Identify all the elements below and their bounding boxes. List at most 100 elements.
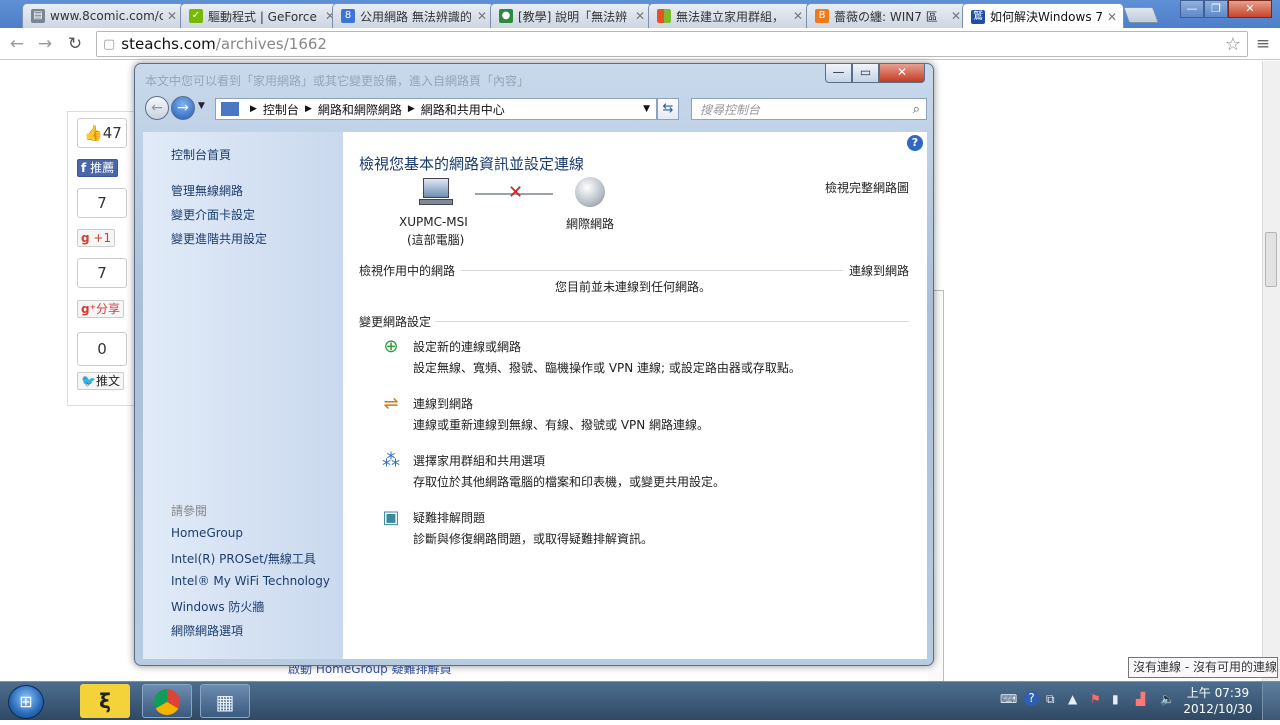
tray-window-icon[interactable]: ⧉ <box>1046 692 1055 707</box>
share-count-b: 7 <box>77 258 127 288</box>
show-desktop-button[interactable] <box>1262 682 1280 720</box>
change-settings-heading: 變更網路設定 <box>359 315 432 329</box>
see-also-firewall[interactable]: Windows 防火牆 <box>171 598 264 615</box>
view-full-map-link[interactable]: 檢視完整網路圖 <box>825 179 909 196</box>
back-icon[interactable]: ← <box>6 33 28 55</box>
site-icon-blue: 鷲 <box>971 9 985 24</box>
start-button[interactable]: ⊞ <box>8 685 44 719</box>
close-icon[interactable]: ✕ <box>635 9 645 23</box>
new-tab-button[interactable] <box>1123 7 1159 23</box>
site-icon: ● <box>499 9 513 23</box>
scrollbar-thumb[interactable] <box>1265 232 1277 287</box>
taskbar-clock[interactable]: 上午 07:39 2012/10/30 <box>1180 685 1256 717</box>
task-homegroup-link[interactable]: 選擇家用群組和共用選項 <box>413 452 545 469</box>
sidebar-item-adapter-settings[interactable]: 變更介面卡設定 <box>171 206 255 223</box>
keyboard-icon[interactable]: ⌨ <box>1000 692 1017 706</box>
breadcrumb-arrow-icon: ▶ <box>407 104 415 114</box>
browser-tab-3[interactable]: 8 公用網路 無法辨識的 ✕ <box>332 3 494 28</box>
facebook-icon: f <box>81 161 87 175</box>
new-connection-icon: ⊕ <box>383 336 399 357</box>
sidebar-item-advanced-sharing[interactable]: 變更進階共用設定 <box>171 230 267 247</box>
breadcrumb-item[interactable]: 控制台 <box>263 101 299 118</box>
nvidia-icon: ✓ <box>189 9 203 23</box>
breadcrumb-item[interactable]: 網路和網際網路 <box>318 101 402 118</box>
close-icon[interactable]: ✕ <box>793 9 803 23</box>
close-icon[interactable]: ✕ <box>951 9 961 23</box>
bookmark-star-icon[interactable]: ☆ <box>1225 34 1241 55</box>
cp-forward-icon[interactable]: → <box>171 96 195 120</box>
browser-tab-2[interactable]: ✓ 驅動程式 | GeForce ✕ <box>180 3 342 28</box>
forward-icon[interactable]: → <box>34 33 56 55</box>
thumbs-up-icon: 👍 <box>84 124 103 142</box>
browser-tab-strip: ▤ www.8comic.com/c ✕ ✓ 驅動程式 | GeForce ✕ … <box>0 0 1280 29</box>
address-dropdown-icon[interactable]: ▼ <box>643 104 650 114</box>
help-icon[interactable]: ? <box>907 135 923 151</box>
search-icon[interactable]: ⌕ <box>913 102 920 117</box>
menu-icon[interactable]: ≡ <box>1252 33 1274 55</box>
close-icon[interactable]: ✕ <box>167 9 177 23</box>
action-center-flag-icon[interactable]: ⚑ <box>1090 692 1101 706</box>
see-also-internet-options[interactable]: 網際網路選項 <box>171 622 243 639</box>
cp-refresh-button[interactable]: ⇆ <box>657 98 679 120</box>
breadcrumb-arrow-icon: ▶ <box>250 104 257 114</box>
cp-back-icon[interactable]: ← <box>145 96 169 120</box>
cp-navigation-row: ← → ▼ ▶ 控制台 ▶ 網路和網際網路 ▶ 網路和共用中心 ▼ ⇆ 搜尋控制… <box>143 96 927 124</box>
connect-to-network-link[interactable]: 連線到網路 <box>849 262 909 279</box>
task-new-connection-desc: 設定無線、寬頻、撥號、臨機操作或 VPN 連線; 或設定路由器或存取點。 <box>413 361 801 375</box>
control-panel-taskbar-icon[interactable]: ▦ <box>200 684 250 718</box>
cp-search-input[interactable]: 搜尋控制台 ⌕ <box>691 98 927 120</box>
reload-icon[interactable]: ↻ <box>64 33 86 55</box>
volume-icon[interactable]: 🔈 <box>1160 692 1175 706</box>
show-hidden-icons[interactable]: ▲ <box>1068 692 1077 706</box>
tweet-button[interactable]: 🐦推文 <box>77 372 124 390</box>
google-g-icon: 8 <box>341 9 355 23</box>
close-icon[interactable]: ✕ <box>1107 10 1117 24</box>
cp-minimize-button[interactable]: — <box>825 64 852 83</box>
sidebar-item-manage-wireless[interactable]: 管理無線網路 <box>171 182 243 199</box>
help-tray-icon[interactable]: ? <box>1024 691 1039 706</box>
page-title: 檢視您基本的網路資訊並設定連線 <box>359 155 585 173</box>
cp-address-bar[interactable]: ▶ 控制台 ▶ 網路和網際網路 ▶ 網路和共用中心 ▼ <box>215 98 657 120</box>
browser-tab-5[interactable]: 無法建立家用群組， ✕ <box>648 3 810 28</box>
page-scrollbar[interactable] <box>1262 61 1280 681</box>
see-also-heading: 請參閱 <box>171 504 208 518</box>
like-count-box[interactable]: 👍47 <box>77 118 127 148</box>
cp-maximize-button[interactable]: ▭ <box>852 64 879 83</box>
globe-icon <box>575 177 605 207</box>
active-networks-heading: 檢視作用中的網路 <box>359 264 456 278</box>
network-disconnected-icon[interactable]: ▟ <box>1136 692 1145 706</box>
browser-tab-7-active[interactable]: 鷲 如何解決Windows 7 ✕ <box>962 3 1124 29</box>
page-icon: ▤ <box>31 9 45 23</box>
connect-network-icon: ⇌ <box>383 393 399 414</box>
control-panel-icon <box>221 102 239 116</box>
recent-pages-chevron-icon[interactable]: ▼ <box>198 101 205 111</box>
breadcrumb-item[interactable]: 網路和共用中心 <box>421 101 505 118</box>
gplus-one-button[interactable]: g +1 <box>77 229 116 247</box>
browser-tab-6[interactable]: B 薔薇の纏: WIN7 區 ✕ <box>806 3 968 28</box>
see-also-homegroup[interactable]: HomeGroup <box>171 526 243 540</box>
task-connect-network-link[interactable]: 連線到網路 <box>413 395 473 412</box>
task-new-connection-link[interactable]: 設定新的連線或網路 <box>413 338 521 355</box>
disconnected-x-icon: ✕ <box>508 182 524 203</box>
taskbar-app-icon[interactable]: ξ <box>80 684 130 718</box>
maximize-button[interactable]: ❐ <box>1204 0 1228 18</box>
see-also-intel-proset[interactable]: Intel(R) PROSet/無線工具 <box>171 550 316 567</box>
browser-tab-1[interactable]: ▤ www.8comic.com/c ✕ <box>22 3 184 28</box>
minimize-button[interactable]: — <box>1180 0 1204 18</box>
task-troubleshoot-link[interactable]: 疑難排解問題 <box>413 509 485 526</box>
address-bar[interactable]: ▢ steachs.com/archives/1662 ☆ <box>96 31 1248 57</box>
device-tray-icon[interactable]: ▮ <box>1112 692 1119 706</box>
breadcrumb-arrow-icon: ▶ <box>304 104 312 114</box>
browser-tab-4[interactable]: ● [教學] 說明「無法辨 ✕ <box>490 3 652 28</box>
cp-sidebar: 控制台首頁 管理無線網路 變更介面卡設定 變更進階共用設定 請參閱 HomeGr… <box>143 132 343 659</box>
sidebar-item-home[interactable]: 控制台首頁 <box>171 146 231 163</box>
close-icon[interactable]: ✕ <box>477 9 487 23</box>
see-also-intel-mywifi[interactable]: Intel® My WiFi Technology <box>171 574 330 588</box>
troubleshoot-icon: ▣ <box>382 507 400 528</box>
facebook-share-button[interactable]: f 推薦 <box>77 159 119 177</box>
chrome-icon[interactable] <box>142 684 192 718</box>
page-icon: ▢ <box>103 36 116 52</box>
cp-close-button[interactable]: ✕ <box>879 64 925 83</box>
close-window-button[interactable]: ✕ <box>1228 0 1272 18</box>
gplus-share-button[interactable]: g⁺分享 <box>77 300 124 318</box>
